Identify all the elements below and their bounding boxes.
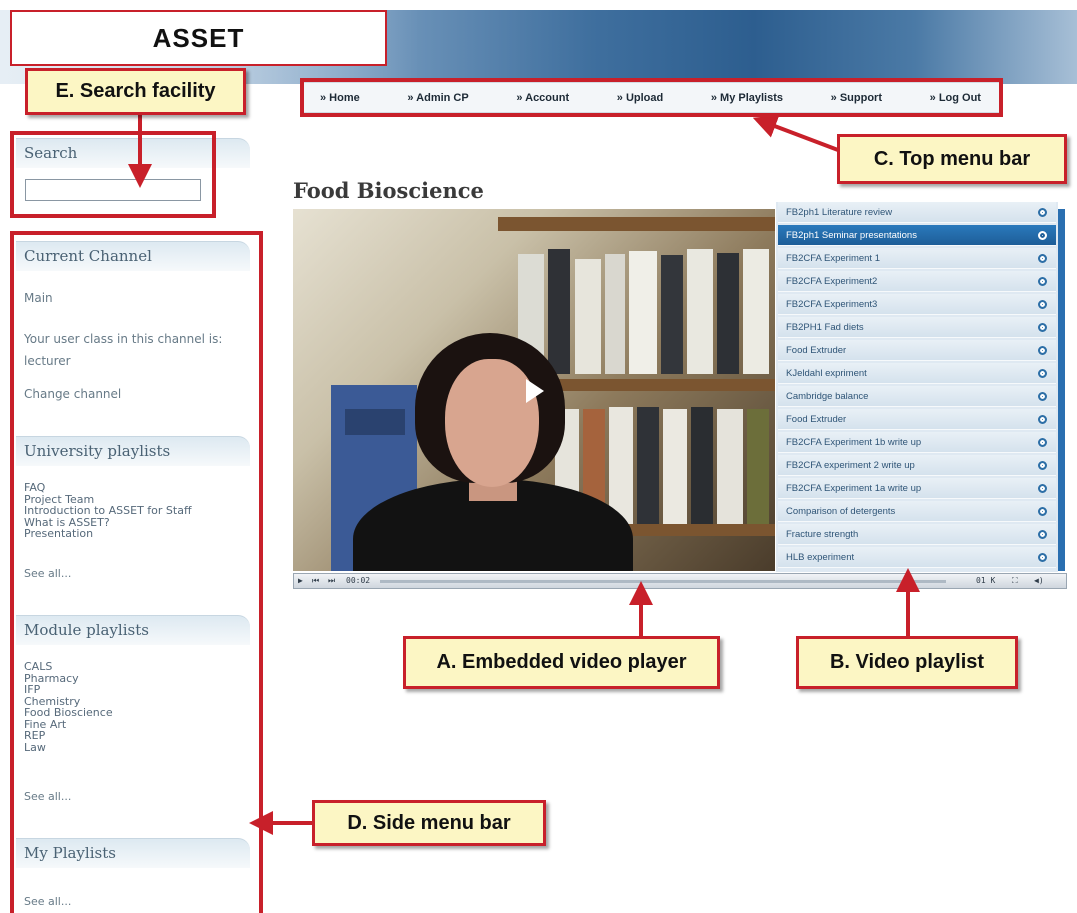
top-menu-highlight-box (300, 78, 1003, 117)
video-binder (687, 249, 713, 374)
page-title: Food Bioscience (293, 178, 484, 203)
video-binder (575, 259, 601, 374)
playlist-item-label: Comparison of detergents (786, 506, 896, 517)
site-title: ASSET (10, 10, 387, 66)
play-circle-icon[interactable] (1038, 300, 1047, 309)
progress-scrubber[interactable] (380, 580, 946, 583)
playlist-item[interactable]: FB2CFA Experiment 1a write up (778, 478, 1056, 499)
video-binder (661, 255, 683, 374)
play-circle-icon[interactable] (1038, 530, 1047, 539)
play-circle-icon[interactable] (1038, 415, 1047, 424)
playlist-item[interactable]: FB2PH1 Fad diets (778, 317, 1056, 338)
playlist-item[interactable]: FB2CFA Experiment 1b write up (778, 432, 1056, 453)
playlist-item-label: FB2CFA Experiment2 (786, 276, 878, 287)
playlist-item[interactable]: FB2ph1 Literature review (778, 202, 1056, 223)
callout-search-facility: E. Search facility (25, 68, 246, 115)
playlist-item-label: FB2ph1 Literature review (786, 207, 893, 218)
playlist-item[interactable]: FB2CFA Experiment2 (778, 271, 1056, 292)
play-circle-icon[interactable] (1038, 484, 1047, 493)
playlist-item-label: FB2CFA Experiment 1b write up (786, 437, 922, 448)
play-icon[interactable] (526, 379, 544, 403)
playlist-item-label: HLB experiment (786, 552, 855, 563)
volume-icon[interactable]: ◀) (1034, 576, 1044, 585)
playlist-item[interactable]: Food Extruder (778, 409, 1056, 430)
time-readout: 00:02 (346, 576, 371, 585)
video-controls: ▶ ⏮ ⏭ 00:02 01 K ⛶ ◀) (293, 573, 1067, 589)
callout-video-playlist: B. Video playlist (796, 636, 1018, 689)
playlist-item[interactable]: HLB experiment (778, 547, 1056, 568)
callout-side-menu-bar: D. Side menu bar (312, 800, 546, 846)
playlist-item-label: Food Extruder (786, 414, 847, 425)
video-binder (691, 407, 713, 524)
play-circle-icon[interactable] (1038, 231, 1047, 240)
play-circle-icon[interactable] (1038, 323, 1047, 332)
playlist-item-label: FB2CFA experiment 2 write up (786, 460, 915, 471)
play-circle-icon[interactable] (1038, 438, 1047, 447)
side-menu-highlight-box (10, 231, 263, 913)
playlist-item-label: KJeldahl expriment (786, 368, 867, 379)
playlist-item[interactable]: FB2CFA experiment 2 write up (778, 455, 1056, 476)
play-circle-icon[interactable] (1038, 507, 1047, 516)
video-binder (548, 249, 570, 374)
play-circle-icon[interactable] (1038, 208, 1047, 217)
play-circle-icon[interactable] (1038, 277, 1047, 286)
playlist-item-label: FB2CFA Experiment 1 (786, 253, 880, 264)
callout-embedded-video-player: A. Embedded video player (403, 636, 720, 689)
play-circle-icon[interactable] (1038, 254, 1047, 263)
search-highlight-box (10, 131, 216, 218)
next-button-icon[interactable]: ⏭ (328, 576, 335, 586)
video-shelf (498, 217, 775, 231)
playlist-item-label: FB2CFA Experiment 1a write up (786, 483, 922, 494)
playlist-item[interactable]: FB2CFA Experiment 1 (778, 248, 1056, 269)
play-circle-icon[interactable] (1038, 461, 1047, 470)
video-binder (747, 409, 769, 524)
playlist-scrollbar[interactable] (1058, 209, 1065, 571)
video-person-face (445, 359, 539, 487)
play-circle-icon[interactable] (1038, 346, 1047, 355)
playlist-item-label: FB2CFA Experiment3 (786, 299, 878, 310)
playlist-item[interactable]: Cambridge balance (778, 386, 1056, 407)
play-circle-icon[interactable] (1038, 392, 1047, 401)
play-button-icon[interactable]: ▶ (298, 576, 303, 585)
video-binder (743, 249, 769, 374)
video-binder (717, 253, 739, 374)
playlist-item-label: Food Extruder (786, 345, 847, 356)
video-binder (717, 409, 743, 524)
video-binder (663, 409, 687, 524)
play-circle-icon[interactable] (1038, 369, 1047, 378)
playlist-item[interactable]: Comparison of detergents (778, 501, 1056, 522)
play-circle-icon[interactable] (1038, 553, 1047, 562)
video-binder (629, 251, 657, 374)
video-binder (637, 407, 659, 524)
previous-button-icon[interactable]: ⏮ (312, 576, 319, 586)
playlist-item-label: FB2ph1 Seminar presentations (786, 230, 917, 241)
video-binder (609, 407, 633, 524)
video-cabinet-drawer (345, 409, 405, 435)
playlist-item-label: Cambridge balance (786, 391, 869, 402)
player-status-label: 01 K (976, 576, 996, 585)
playlist-item-selected[interactable]: FB2ph1 Seminar presentations (778, 225, 1056, 246)
callout-top-menu-bar: C. Top menu bar (837, 134, 1067, 184)
playlist-item-label: FB2PH1 Fad diets (786, 322, 864, 333)
playlist-item[interactable]: Fracture strength (778, 524, 1056, 545)
playlist-item[interactable]: Food Extruder (778, 340, 1056, 361)
fullscreen-icon[interactable]: ⛶ (1012, 576, 1018, 586)
arrow-c (752, 115, 839, 152)
video-playlist: FB2ph1 Literature review FB2ph1 Seminar … (776, 202, 1058, 572)
playlist-item-label: Fracture strength (786, 529, 859, 540)
playlist-item[interactable]: KJeldahl expriment (778, 363, 1056, 384)
playlist-item[interactable]: FB2CFA Experiment3 (778, 294, 1056, 315)
video-binder (605, 254, 625, 374)
video-player[interactable] (293, 209, 775, 571)
